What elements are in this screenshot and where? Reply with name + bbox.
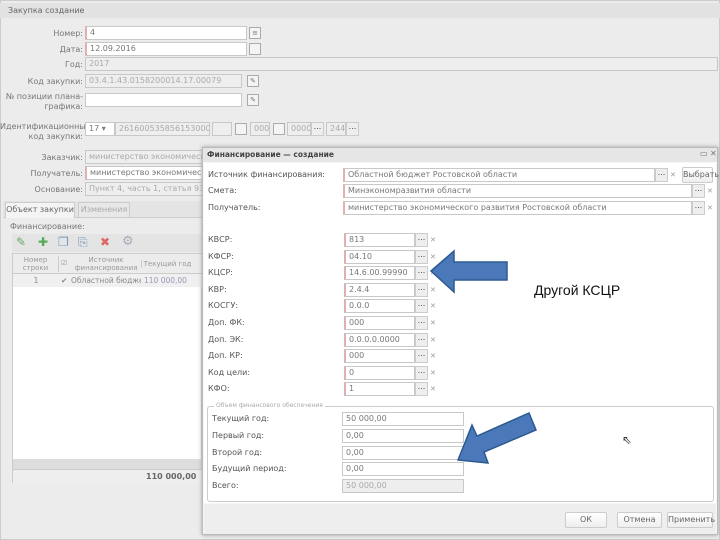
arrow-to-kcsr xyxy=(429,249,508,294)
annotation-arrows xyxy=(429,249,537,464)
annotation-text: Другой КСЦР xyxy=(534,282,621,298)
arrow-to-volume xyxy=(456,412,537,464)
